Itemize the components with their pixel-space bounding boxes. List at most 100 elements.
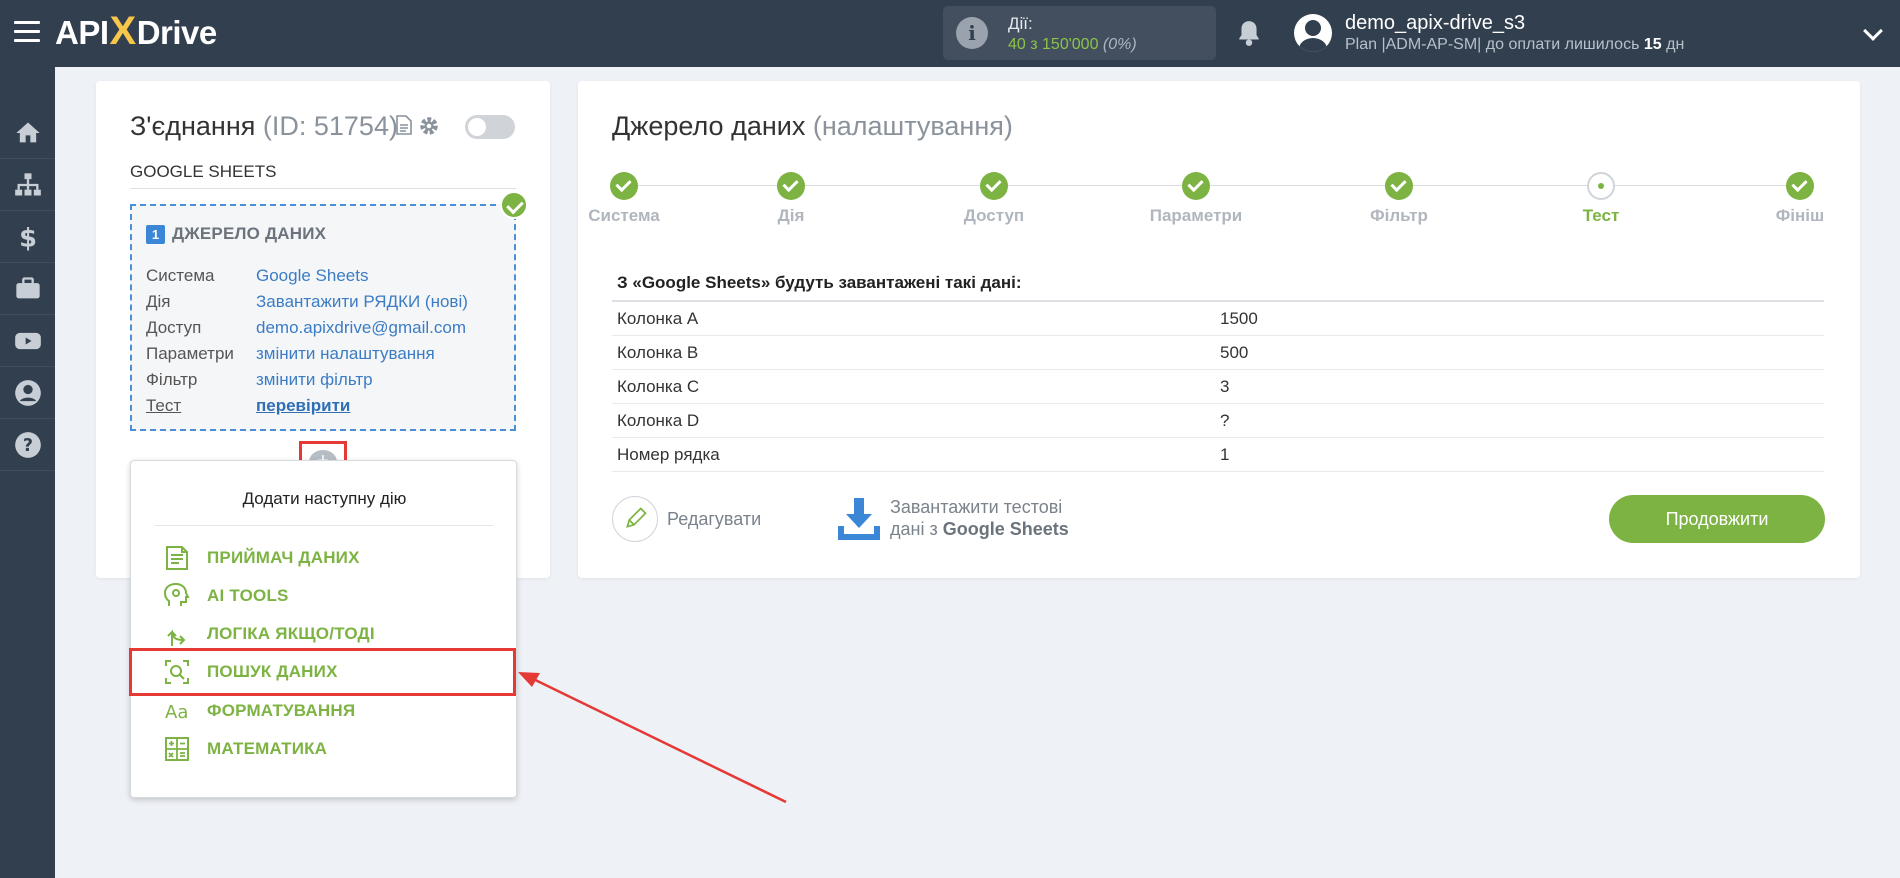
sidebar: $ ? <box>0 67 55 878</box>
step-label: Фільтр <box>1370 206 1428 225</box>
logo[interactable]: API X Drive <box>55 8 217 58</box>
actions-count-value: 40 з 150'000 <box>1008 36 1099 53</box>
step-test[interactable]: Тест <box>1531 172 1671 226</box>
chevron-down-icon[interactable] <box>1863 21 1883 41</box>
source-row-key: Тест <box>146 396 182 415</box>
row-key: Колонка B <box>617 343 699 362</box>
format-icon: Aa <box>165 702 188 723</box>
home-icon <box>15 122 40 142</box>
source-row-value[interactable]: Завантажити РЯДКИ (нові) <box>256 292 468 312</box>
sidebar-item-connections[interactable] <box>0 159 55 211</box>
dropdown-item-math[interactable]: МАТЕМАТИКА <box>163 733 327 765</box>
edit-label[interactable]: Редагувати <box>667 509 761 530</box>
actions-label: Дії: <box>1008 14 1033 33</box>
continue-button[interactable]: Продовжити <box>1609 495 1825 543</box>
step-filter[interactable]: Фільтр <box>1329 172 1469 226</box>
menu-icon[interactable] <box>14 21 40 45</box>
document-icon[interactable] <box>396 115 412 135</box>
sidebar-item-profile[interactable] <box>0 367 55 419</box>
source-settings-title-text: Джерело даних <box>612 111 806 141</box>
table-row: Колонка B 500 <box>612 336 1824 370</box>
svg-text:Aa: Aa <box>165 702 188 723</box>
step-system[interactable]: Система <box>554 172 694 226</box>
source-number: 1 <box>146 224 165 244</box>
dropdown-item-label: AI TOOLS <box>207 586 289 605</box>
source-row-value[interactable]: Google Sheets <box>256 266 368 286</box>
edit-button[interactable] <box>612 496 658 542</box>
svg-text:$: $ <box>19 223 37 251</box>
briefcase-icon <box>15 276 40 298</box>
dropdown-item-label: МАТЕМАТИКА <box>207 739 328 758</box>
source-settings-title: Джерело даних (налаштування) <box>612 111 1013 142</box>
row-key: Номер рядка <box>617 445 720 464</box>
actions-counter: i Дії: 40 з 150'000 (0%) <box>943 6 1216 60</box>
plan-prefix: Plan |ADM-AP-SM| до оплати лишилось <box>1345 36 1640 53</box>
dropdown-item-formatting[interactable]: Aa ФОРМАТУВАННЯ <box>163 695 355 727</box>
add-action-dropdown: Додати наступну дію ПРИЙМАЧ ДАНИХ AI TOO… <box>130 460 517 798</box>
data-source-block[interactable]: 1 ДЖЕРЕЛО ДАНИХ Система Google Sheets Дія… <box>130 204 516 431</box>
user-plan: Plan |ADM-AP-SM| до оплати лишилось 15 д… <box>1345 36 1684 54</box>
actions-count: 40 з 150'000 (0%) <box>1008 36 1137 54</box>
download-icon[interactable] <box>836 496 882 542</box>
step-finish[interactable]: Фініш <box>1730 172 1870 226</box>
step-label: Фініш <box>1775 206 1825 225</box>
download-line1: Завантажити тестові <box>890 497 1063 517</box>
download-test-data-link[interactable]: Завантажити тестові дані з Google Sheets <box>890 496 1069 540</box>
connection-title: З'єднання (ID: 51754) <box>130 111 398 142</box>
avatar[interactable] <box>1294 14 1332 52</box>
step-action[interactable]: Дія <box>721 172 861 226</box>
sidebar-item-video[interactable] <box>0 315 55 367</box>
source-row-key: Фільтр <box>146 370 198 389</box>
receiver-icon <box>166 546 188 570</box>
step-check-icon <box>777 172 805 200</box>
bell-icon[interactable] <box>1236 19 1262 47</box>
row-value: 1 <box>1220 445 1230 464</box>
row-value: 3 <box>1220 377 1230 396</box>
source-row-value[interactable]: змінити налаштування <box>256 344 435 364</box>
step-check-icon <box>610 172 638 200</box>
source-row-action: Дія Завантажити РЯДКИ (нові) <box>146 289 468 315</box>
connection-id: (ID: 51754) <box>262 111 398 141</box>
plan-suffix: дн <box>1666 36 1685 53</box>
service-name[interactable]: GOOGLE SHEETS <box>130 162 516 189</box>
source-row-system: Система Google Sheets <box>146 263 468 289</box>
sidebar-item-tools[interactable] <box>0 263 55 315</box>
connection-toggle[interactable] <box>465 115 515 139</box>
sidebar-item-billing[interactable]: $ <box>0 211 55 263</box>
dropdown-divider <box>155 525 493 526</box>
source-row-value[interactable]: змінити фільтр <box>256 370 373 390</box>
source-row-test: Тест перевірити <box>146 393 468 419</box>
step-current-icon <box>1587 172 1615 200</box>
user-icon <box>14 379 41 406</box>
sidebar-item-home[interactable] <box>0 107 55 159</box>
source-row-value[interactable]: перевірити <box>256 396 350 416</box>
row-value: 500 <box>1220 343 1249 362</box>
dropdown-item-ai-tools[interactable]: AI TOOLS <box>163 580 289 612</box>
source-row-key: Система <box>146 266 215 285</box>
dropdown-title: Додати наступну дію <box>242 489 407 508</box>
source-row-access: Доступ demo.apixdrive@gmail.com <box>146 315 468 341</box>
step-label: Параметри <box>1149 206 1243 225</box>
gear-icon[interactable] <box>418 115 440 137</box>
youtube-icon <box>14 332 41 349</box>
ai-icon <box>163 582 190 606</box>
dollar-icon: $ <box>19 223 37 251</box>
step-label: Система <box>588 206 660 225</box>
logo-x: X <box>109 8 137 53</box>
math-icon <box>165 737 189 761</box>
logo-text-left: API <box>55 14 109 51</box>
sidebar-item-help[interactable]: ? <box>0 419 55 471</box>
step-params[interactable]: Параметри <box>1126 172 1266 226</box>
dropdown-item-receiver[interactable]: ПРИЙМАЧ ДАНИХ <box>163 542 360 574</box>
table-row: Номер рядка 1 <box>612 438 1824 472</box>
dropdown-item-logic[interactable]: ЛОГІКА ЯКЩО/ТОДІ <box>163 618 375 650</box>
source-row-key: Доступ <box>146 318 202 337</box>
table-row: Колонка D? <box>612 404 1824 438</box>
actions-percent: (0%) <box>1102 36 1137 53</box>
source-row-value[interactable]: demo.apixdrive@gmail.com <box>256 318 466 338</box>
step-access[interactable]: Доступ <box>924 172 1064 226</box>
source-details: Система Google Sheets Дія Завантажити РЯДК… <box>146 263 468 419</box>
user-name[interactable]: demo_apix-drive_s3 <box>1345 12 1525 35</box>
download-line2-service: Google Sheets <box>942 519 1069 539</box>
dropdown-item-label: ФОРМАТУВАННЯ <box>207 701 356 720</box>
